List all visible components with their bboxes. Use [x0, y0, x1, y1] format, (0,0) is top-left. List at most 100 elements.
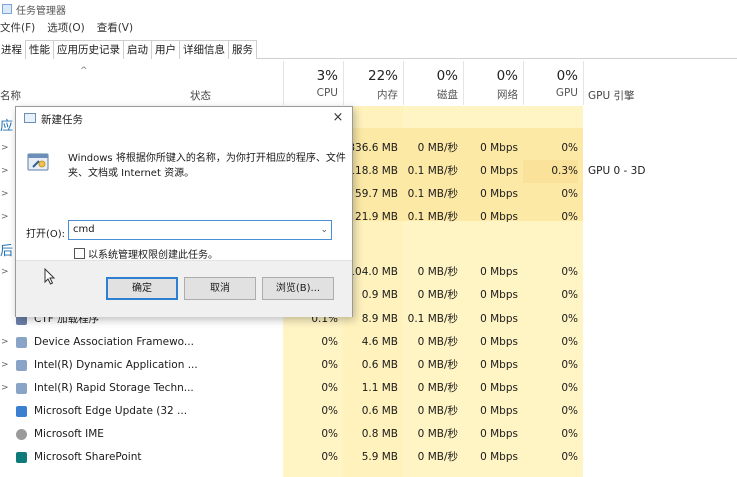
row-gpu: 0%	[561, 313, 578, 325]
tab-users[interactable]: 用户	[151, 40, 180, 59]
table-row[interactable]: > Intel(R) Dynamic Application ... 0% 0.…	[0, 354, 737, 377]
window-titlebar: 任务管理器	[0, 0, 737, 18]
expand-chevron-icon[interactable]: >	[1, 261, 9, 284]
row-disk: 0 MB/秒	[417, 359, 458, 371]
row-memory: 0.6 MB	[361, 405, 398, 417]
group-background-label: 后	[0, 244, 14, 259]
row-gpu: 0%	[561, 211, 578, 223]
open-label: 打开(O):	[26, 229, 66, 240]
table-row[interactable]: Microsoft IME 0% 0.8 MB 0 MB/秒 0 Mbps 0%	[0, 423, 737, 446]
column-header-network[interactable]: 0% 网络	[463, 68, 518, 102]
new-task-dialog: 新建任务 × Windows 将根据你所键入的名称，为你打开相应的程序、文件夹、…	[15, 106, 353, 317]
tab-startup[interactable]: 启动	[123, 40, 152, 59]
row-network: 0 Mbps	[480, 188, 518, 200]
row-gpu: 0%	[561, 382, 578, 394]
row-memory: 0.8 MB	[361, 428, 398, 440]
row-gpu-engine: GPU 0 - 3D	[588, 165, 646, 177]
cpu-label: CPU	[316, 87, 338, 99]
tab-details[interactable]: 详细信息	[179, 40, 229, 59]
service-host-icon	[16, 383, 27, 394]
row-gpu: 0%	[561, 405, 578, 417]
chevron-down-icon[interactable]: ⌄	[320, 221, 328, 239]
row-memory: 1.1 MB	[361, 382, 398, 394]
menu-view[interactable]: 查看(V)	[97, 20, 133, 36]
row-disk: 0 MB/秒	[417, 266, 458, 278]
table-row[interactable]: > Intel(R) Rapid Storage Techn... 0% 1.1…	[0, 377, 737, 400]
column-header-disk[interactable]: 0% 磁盘	[403, 68, 458, 102]
sort-arrow-icon: ^	[80, 66, 88, 76]
expand-chevron-icon[interactable]: >	[1, 206, 9, 229]
row-disk: 0.1 MB/秒	[407, 165, 458, 177]
menu-file[interactable]: 文件(F)	[0, 20, 35, 36]
admin-checkbox-label[interactable]: 以系统管理权限创建此任务。	[88, 246, 218, 261]
expand-chevron-icon[interactable]: >	[1, 160, 9, 183]
row-memory: 5.9 MB	[361, 451, 398, 463]
row-process-name: Intel(R) Rapid Storage Techn...	[34, 382, 194, 394]
row-cpu: 0%	[321, 405, 338, 417]
row-gpu: 0%	[561, 188, 578, 200]
row-gpu: 0%	[561, 359, 578, 371]
row-memory: 4.6 MB	[361, 336, 398, 348]
row-process-name: Microsoft SharePoint	[34, 451, 142, 463]
tab-bar: 进程 性能 应用历史记录 启动 用户 详细信息 服务	[0, 40, 737, 59]
cancel-button[interactable]: 取消	[184, 277, 256, 300]
row-disk: 0 MB/秒	[417, 405, 458, 417]
row-network: 0 Mbps	[480, 165, 518, 177]
column-header-gpu-engine[interactable]: GPU 引擎	[588, 88, 635, 103]
table-row[interactable]: Microsoft Edge Update (32 ... 0% 0.6 MB …	[0, 400, 737, 423]
disk-total: 0%	[436, 68, 458, 84]
column-header-cpu[interactable]: 3% CPU	[283, 68, 338, 99]
run-icon	[27, 153, 49, 171]
close-icon[interactable]: ×	[330, 110, 346, 126]
gpu-total: 0%	[556, 68, 578, 84]
tab-performance[interactable]: 性能	[25, 40, 54, 59]
expand-chevron-icon[interactable]: >	[1, 183, 9, 206]
row-cpu: 0%	[321, 428, 338, 440]
expand-chevron-icon[interactable]: >	[1, 137, 9, 160]
admin-checkbox[interactable]	[74, 248, 85, 259]
row-cpu: 0%	[321, 382, 338, 394]
window-title: 任务管理器	[16, 5, 66, 17]
browse-button[interactable]: 浏览(B)...	[262, 277, 334, 300]
service-host-icon	[16, 337, 27, 348]
row-disk: 0.1 MB/秒	[407, 188, 458, 200]
service-host-icon	[16, 360, 27, 371]
task-manager-icon	[2, 4, 12, 14]
ime-gear-icon	[16, 429, 27, 440]
dialog-titlebar[interactable]: 新建任务 ×	[16, 107, 352, 131]
menu-bar: 文件(F) 选项(O) 查看(V)	[0, 20, 133, 36]
tab-app-history[interactable]: 应用历史记录	[53, 40, 124, 59]
table-row[interactable]: > Device Association Framewo... 0% 4.6 M…	[0, 331, 737, 354]
row-disk: 0 MB/秒	[417, 428, 458, 440]
row-disk: 0 MB/秒	[417, 289, 458, 301]
column-header-status[interactable]: 状态	[190, 88, 211, 103]
row-network: 0 Mbps	[480, 313, 518, 325]
column-divider	[583, 61, 584, 105]
ok-button[interactable]: 确定	[106, 277, 178, 300]
column-header-name[interactable]: 名称	[0, 88, 21, 103]
expand-chevron-icon[interactable]: >	[1, 354, 9, 377]
row-gpu: 0%	[561, 451, 578, 463]
tab-processes[interactable]: 进程	[0, 40, 26, 59]
open-input-value[interactable]: cmd	[73, 224, 95, 235]
memory-total: 22%	[367, 68, 398, 84]
row-network: 0 Mbps	[480, 428, 518, 440]
mouse-cursor-icon	[44, 268, 56, 285]
expand-chevron-icon[interactable]: >	[1, 377, 9, 400]
cpu-total: 3%	[316, 68, 338, 84]
tab-services[interactable]: 服务	[228, 40, 257, 59]
menu-options[interactable]: 选项(O)	[47, 20, 84, 36]
gpu-label: GPU	[555, 87, 578, 99]
column-header-gpu[interactable]: 0% GPU	[523, 68, 578, 99]
row-network: 0 Mbps	[480, 142, 518, 154]
table-row[interactable]: Microsoft SharePoint 0% 5.9 MB 0 MB/秒 0 …	[0, 446, 737, 469]
column-header-memory[interactable]: 22% 内存	[343, 68, 398, 102]
dialog-title: 新建任务	[41, 114, 83, 126]
expand-chevron-icon[interactable]: >	[1, 331, 9, 354]
row-memory: 0.6 MB	[361, 359, 398, 371]
row-gpu: 0%	[561, 142, 578, 154]
open-combobox[interactable]: cmd ⌄	[68, 220, 332, 240]
row-network: 0 Mbps	[480, 266, 518, 278]
dialog-description: Windows 将根据你所键入的名称，为你打开相应的程序、文件夹、文档或 Int…	[68, 153, 346, 179]
group-apps-label: 应	[0, 119, 14, 134]
